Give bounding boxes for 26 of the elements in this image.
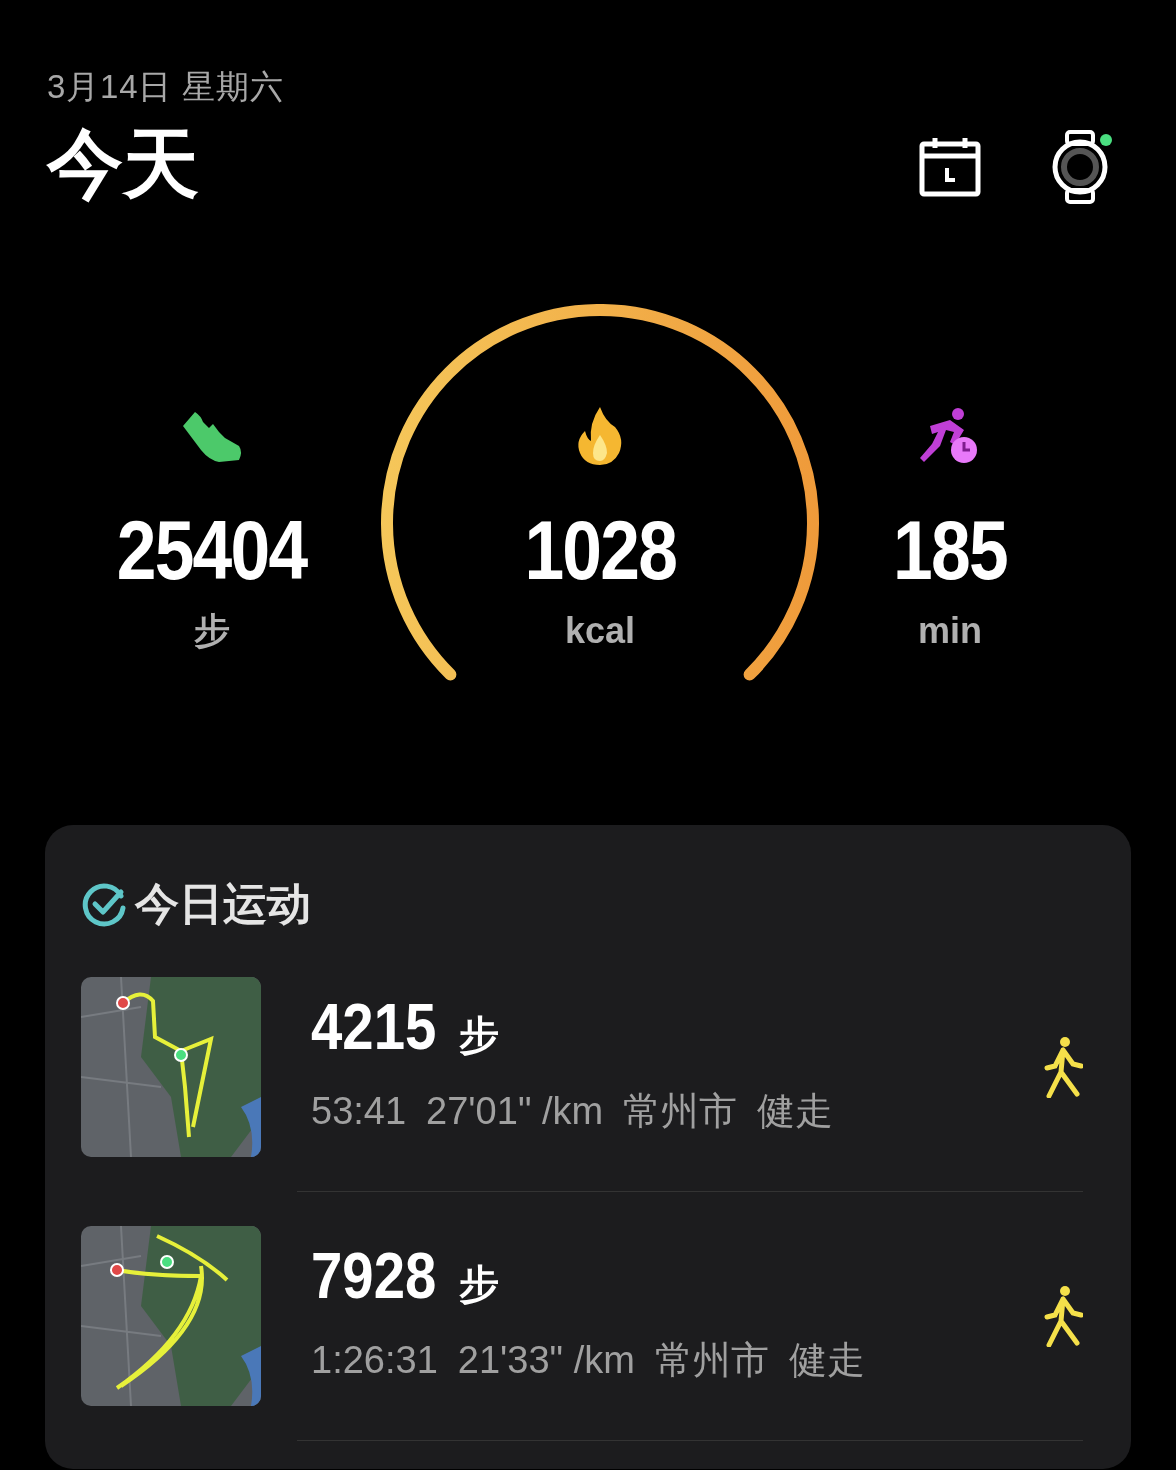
workout-type: 健走 xyxy=(788,1337,865,1383)
stat-value: 1028 xyxy=(524,508,676,592)
workout-pace: 21'33" /km xyxy=(457,1337,635,1383)
workout-steps: 4215 xyxy=(311,994,437,1059)
watch-icon[interactable] xyxy=(1051,130,1113,204)
stat-unit: kcal xyxy=(564,609,636,653)
steps-unit: 步 xyxy=(459,1011,500,1059)
page-title: 今天 xyxy=(47,125,200,202)
date-label: 3月14日 星期六 xyxy=(47,67,284,107)
stat-value: 25404 xyxy=(117,508,307,592)
running-clock-icon xyxy=(920,406,980,466)
stat-unit: 步 xyxy=(194,609,230,653)
stat-unit: min xyxy=(918,609,982,653)
workout-steps: 7928 xyxy=(311,1243,437,1308)
workout-type: 健走 xyxy=(757,1088,834,1134)
walking-icon xyxy=(1043,1036,1083,1098)
calendar-icon[interactable] xyxy=(919,136,981,198)
steps-unit: 步 xyxy=(459,1260,500,1308)
workout-location: 常州市 xyxy=(654,1337,769,1383)
workout-duration: 53:41 xyxy=(311,1088,407,1134)
workout-pace: 27'01" /km xyxy=(426,1088,604,1134)
workout-duration: 1:26:31 xyxy=(311,1337,438,1383)
walking-icon xyxy=(1043,1285,1083,1347)
stat-value: 185 xyxy=(893,508,1007,592)
card-title: 今日运动 xyxy=(135,878,311,930)
workout-location: 常州市 xyxy=(623,1088,738,1134)
